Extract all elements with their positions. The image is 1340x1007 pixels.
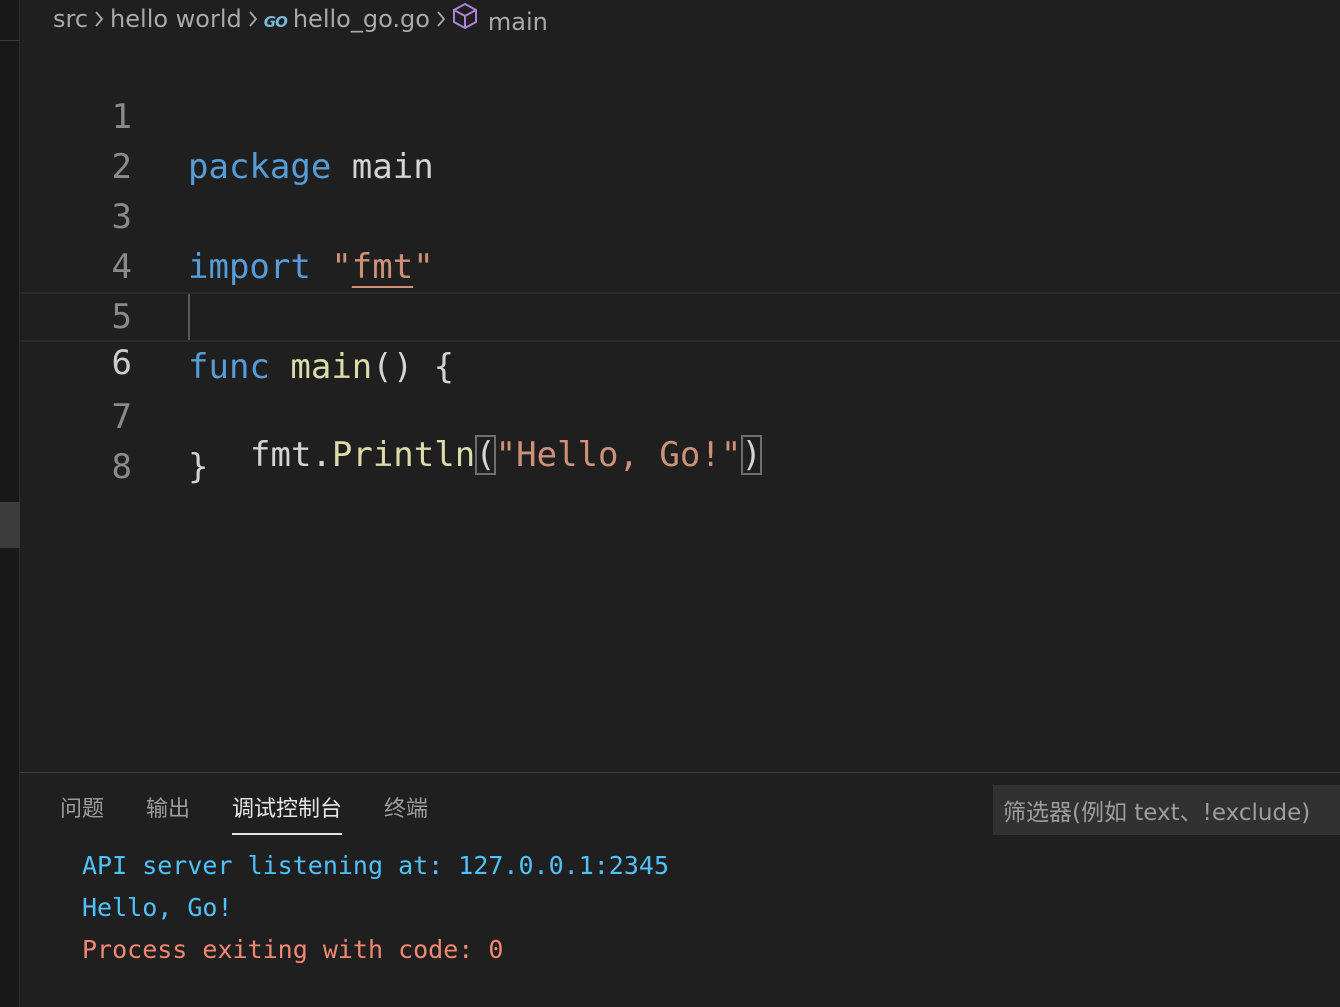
code-line: 1 package main bbox=[20, 42, 1340, 187]
console-line: API server listening at: 127.0.0.1:2345 bbox=[82, 851, 669, 880]
tab-problems[interactable]: 问题 bbox=[60, 791, 104, 835]
code-line: 4 bbox=[20, 192, 1340, 287]
debug-console-output[interactable]: API server listening at: 127.0.0.1:2345 … bbox=[82, 845, 669, 971]
chevron-right-icon bbox=[88, 9, 110, 29]
line-number: 8 bbox=[111, 447, 132, 487]
code-line: 5 func main() { bbox=[20, 242, 1340, 387]
tab-output[interactable]: 输出 bbox=[146, 791, 190, 835]
console-line: Process exiting with code: 0 bbox=[82, 935, 504, 964]
go-file-icon: GO bbox=[263, 13, 288, 31]
breadcrumb: src hello world GO hello_go.go main bbox=[53, 0, 1340, 38]
breadcrumb-item-folder[interactable]: hello world bbox=[110, 5, 242, 33]
sidebar-scroll-thumb[interactable] bbox=[0, 502, 20, 548]
punctuation-token: } bbox=[188, 447, 209, 487]
activity-edge bbox=[0, 0, 20, 1007]
edge-divider bbox=[0, 40, 20, 41]
code-editor[interactable]: 1 package main 2 3 import "fmt" 4 5 func… bbox=[20, 42, 1340, 772]
tab-terminal[interactable]: 终端 bbox=[384, 791, 428, 835]
package-cube-icon bbox=[452, 2, 478, 30]
breadcrumb-item-symbol[interactable]: main bbox=[452, 2, 548, 36]
breadcrumb-symbol-label: main bbox=[487, 8, 548, 36]
console-line: Hello, Go! bbox=[82, 893, 233, 922]
current-code-line: 6 fmt.Println("Hello, Go!") bbox=[20, 292, 1340, 475]
breadcrumb-item-src[interactable]: src bbox=[53, 5, 88, 33]
code-line: 3 import "fmt" bbox=[20, 142, 1340, 287]
indent-guide bbox=[188, 294, 190, 340]
tab-debug-console[interactable]: 调试控制台 bbox=[232, 791, 343, 835]
code-line: 7 } bbox=[20, 342, 1340, 487]
bottom-panel: 问题 输出 调试控制台 终端 筛选器(例如 text、!exclude) API… bbox=[20, 772, 1340, 1007]
code-line: 2 bbox=[20, 92, 1340, 187]
console-filter-input[interactable]: 筛选器(例如 text、!exclude) bbox=[993, 785, 1340, 835]
panel-tabs: 问题 输出 调试控制台 终端 bbox=[60, 791, 470, 835]
breadcrumb-item-file[interactable]: GO hello_go.go bbox=[264, 5, 430, 33]
breadcrumb-file-label: hello_go.go bbox=[292, 5, 430, 33]
chevron-right-icon bbox=[242, 9, 264, 29]
chevron-right-icon bbox=[430, 9, 452, 29]
code-line: 8 bbox=[20, 392, 1340, 487]
